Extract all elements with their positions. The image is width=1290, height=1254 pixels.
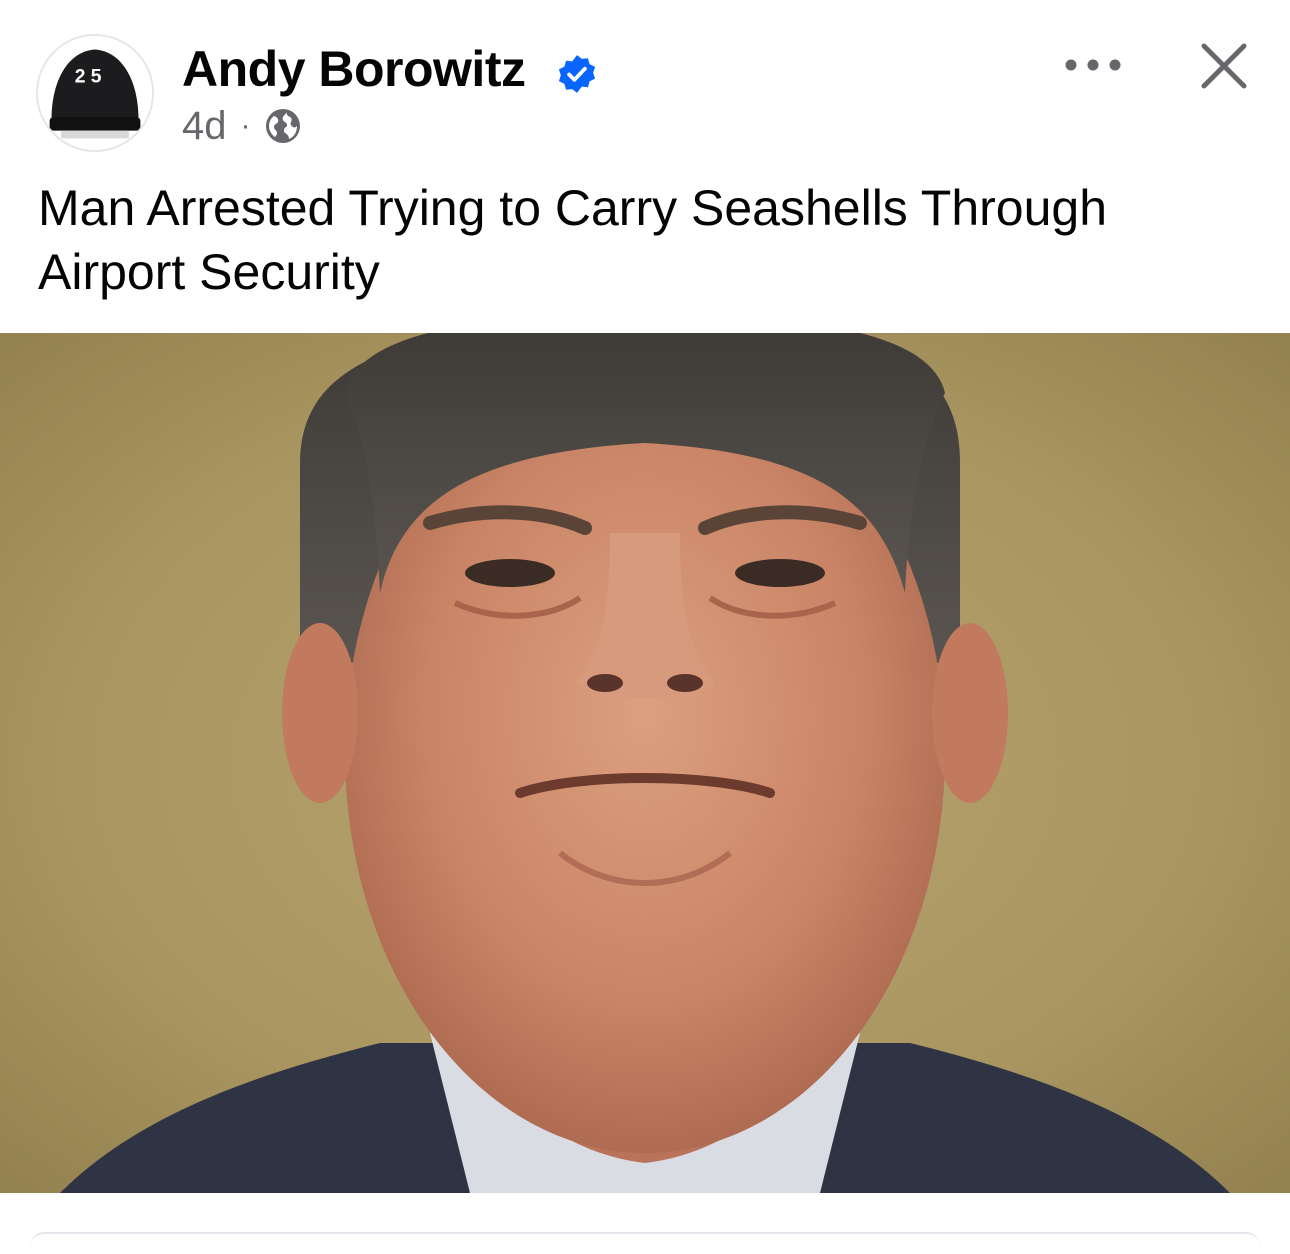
close-icon[interactable] — [1196, 38, 1252, 94]
author-name[interactable]: Andy Borowitz — [182, 40, 526, 98]
avatar-text: 2 5 — [75, 66, 102, 87]
avatar[interactable]: 2 5 — [36, 34, 154, 152]
post-meta: 4d · — [182, 104, 303, 148]
post-text: Man Arrested Trying to Carry Seashells T… — [38, 180, 1108, 300]
post-photo[interactable] — [0, 333, 1290, 1193]
verified-badge-icon — [558, 55, 596, 93]
globe-icon — [265, 109, 300, 143]
more-dots-icon[interactable] — [1058, 50, 1128, 80]
meta-separator: · — [240, 109, 251, 142]
post-header: 2 5 Andy Borowitz 4d · — [0, 0, 1290, 160]
post-age[interactable]: 4d — [182, 104, 227, 148]
black-cap-icon: 2 5 — [38, 36, 152, 150]
news-photo — [0, 333, 1290, 1193]
reaction-bar-edge — [30, 1232, 1260, 1254]
